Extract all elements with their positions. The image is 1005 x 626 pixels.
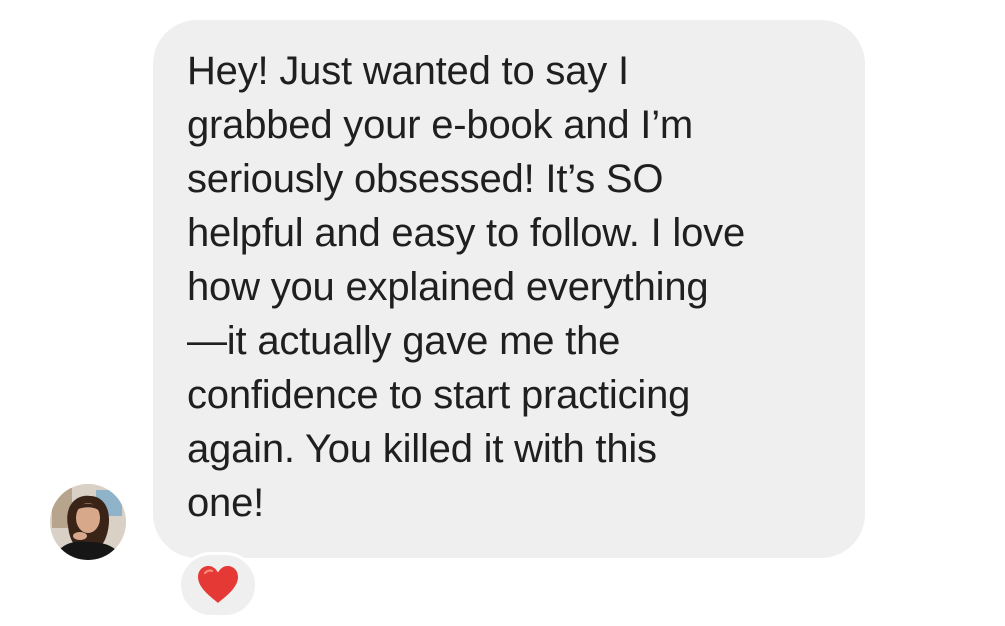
sender-avatar[interactable] bbox=[50, 484, 126, 560]
red-heart-icon bbox=[198, 566, 238, 603]
profile-photo-icon bbox=[50, 484, 126, 560]
heart-reaction[interactable] bbox=[178, 552, 258, 618]
message-bubble[interactable]: Hey! Just wanted to say I grabbed your e… bbox=[153, 20, 865, 558]
message-row: Hey! Just wanted to say I grabbed your e… bbox=[0, 0, 1005, 626]
message-text: Hey! Just wanted to say I grabbed your e… bbox=[187, 49, 746, 525]
